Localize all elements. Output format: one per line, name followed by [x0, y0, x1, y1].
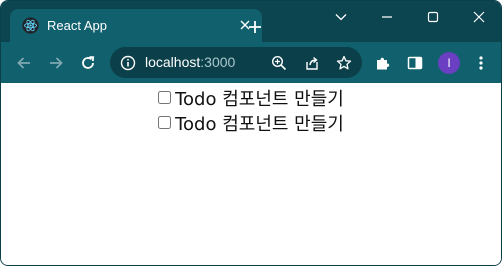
menu-dots-icon[interactable]	[470, 52, 492, 74]
browser-toolbar: localhost:3000 I	[1, 42, 501, 83]
browser-window: React App localhost:3000 I Todo 컴포넌트 만들기…	[0, 0, 502, 266]
new-tab-button[interactable]	[244, 16, 266, 38]
url-port: :3000	[200, 54, 236, 70]
extensions-puzzle-icon[interactable]	[372, 52, 394, 74]
share-icon[interactable]	[302, 53, 322, 73]
profile-avatar[interactable]: I	[438, 52, 460, 74]
todo-item: Todo 컴포넌트 만들기	[1, 85, 501, 110]
forward-arrow-icon[interactable]	[44, 51, 68, 75]
minimize-button[interactable]	[364, 1, 410, 33]
todo-checkbox[interactable]	[158, 116, 172, 129]
tab-title: React App	[47, 18, 107, 33]
todo-checkbox[interactable]	[158, 91, 172, 104]
tab-search-icon[interactable]	[318, 1, 364, 33]
url-text: localhost:3000	[145, 54, 235, 71]
close-window-button[interactable]	[456, 1, 501, 33]
tab-strip: React App	[1, 1, 501, 42]
side-panel-icon[interactable]	[404, 52, 426, 74]
zoom-icon[interactable]	[269, 53, 289, 73]
todo-label: Todo 컴포넌트 만들기	[175, 88, 344, 110]
tab-react-app[interactable]: React App	[10, 9, 262, 42]
todo-item: Todo 컴포넌트 만들기	[1, 110, 501, 135]
info-icon[interactable]	[118, 53, 138, 73]
back-arrow-icon[interactable]	[12, 51, 36, 75]
reload-icon[interactable]	[76, 51, 100, 75]
todo-list: Todo 컴포넌트 만들기 Todo 컴포넌트 만들기	[1, 85, 501, 135]
maximize-button[interactable]	[410, 1, 456, 33]
todo-label: Todo 컴포넌트 만들기	[175, 113, 344, 135]
bookmark-star-icon[interactable]	[334, 53, 354, 73]
url-host: localhost	[145, 54, 201, 70]
address-bar[interactable]: localhost:3000	[110, 47, 362, 78]
page-content: Todo 컴포넌트 만들기 Todo 컴포넌트 만들기	[1, 83, 501, 265]
react-logo-icon	[22, 17, 39, 34]
